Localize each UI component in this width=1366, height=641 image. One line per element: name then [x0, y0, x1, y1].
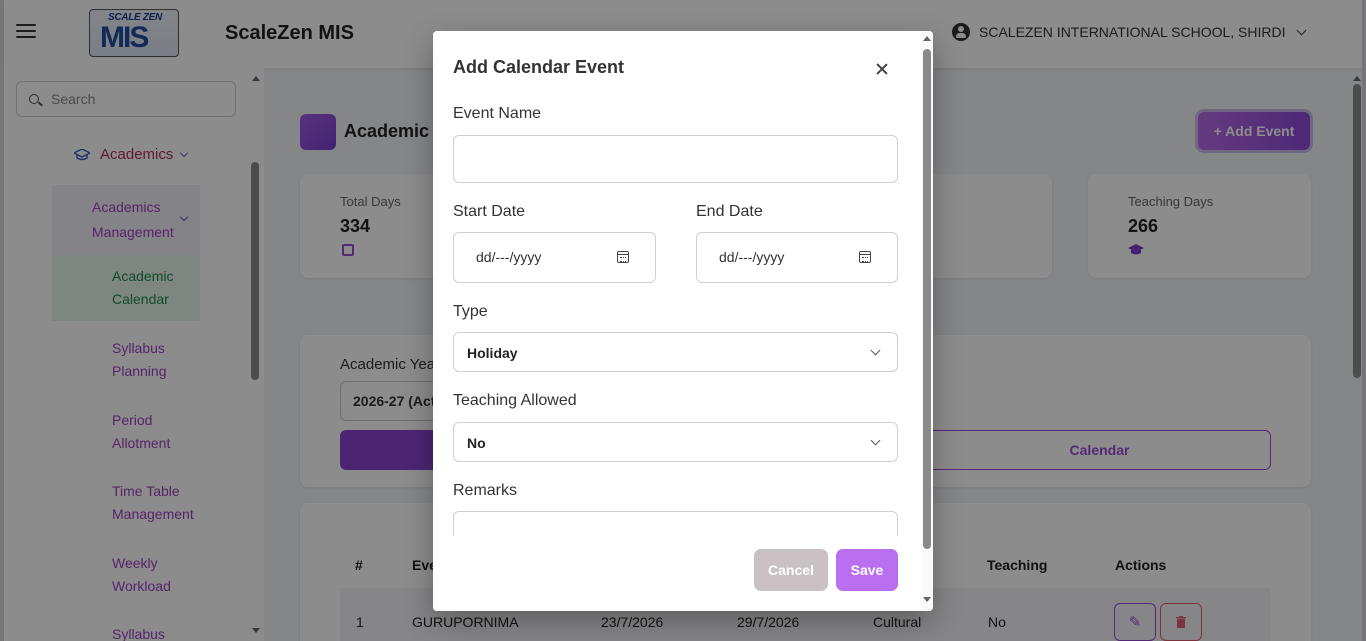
event-name-input[interactable] — [453, 135, 898, 183]
add-calendar-event-dialog: Add Calendar Event Event Name Start Date… — [433, 31, 933, 611]
type-label: Type — [453, 303, 488, 320]
dialog-scrollbar[interactable] — [921, 31, 933, 611]
scroll-down-arrow-icon[interactable] — [923, 597, 931, 602]
dialog-title: Add Calendar Event — [453, 57, 625, 77]
start-date-placeholder: dd/---/yyyy — [476, 249, 542, 265]
teaching-allowed-selected-value: No — [467, 435, 486, 451]
close-icon[interactable] — [875, 62, 889, 76]
start-date-label: Start Date — [453, 203, 526, 220]
type-select[interactable]: Holiday — [453, 332, 898, 372]
end-date-placeholder: dd/---/yyyy — [719, 249, 785, 265]
type-selected-value: Holiday — [467, 345, 518, 361]
cancel-button[interactable]: Cancel — [754, 549, 828, 591]
remarks-label: Remarks — [453, 482, 518, 499]
chevron-down-icon — [870, 435, 881, 446]
scrollbar-thumb[interactable] — [923, 49, 931, 549]
event-name-label: Event Name — [453, 105, 542, 122]
save-button[interactable]: Save — [836, 549, 898, 591]
calendar-picker-icon[interactable] — [859, 251, 871, 263]
end-date-input[interactable]: dd/---/yyyy — [696, 232, 898, 283]
start-date-input[interactable]: dd/---/yyyy — [453, 232, 656, 283]
end-date-label: End Date — [696, 203, 763, 220]
dialog-footer: Cancel Save — [433, 536, 921, 611]
scroll-up-arrow-icon[interactable] — [923, 36, 931, 41]
teaching-allowed-label: Teaching Allowed — [453, 392, 577, 409]
teaching-allowed-select[interactable]: No — [453, 422, 898, 462]
chevron-down-icon — [870, 345, 881, 356]
calendar-picker-icon[interactable] — [617, 251, 629, 263]
